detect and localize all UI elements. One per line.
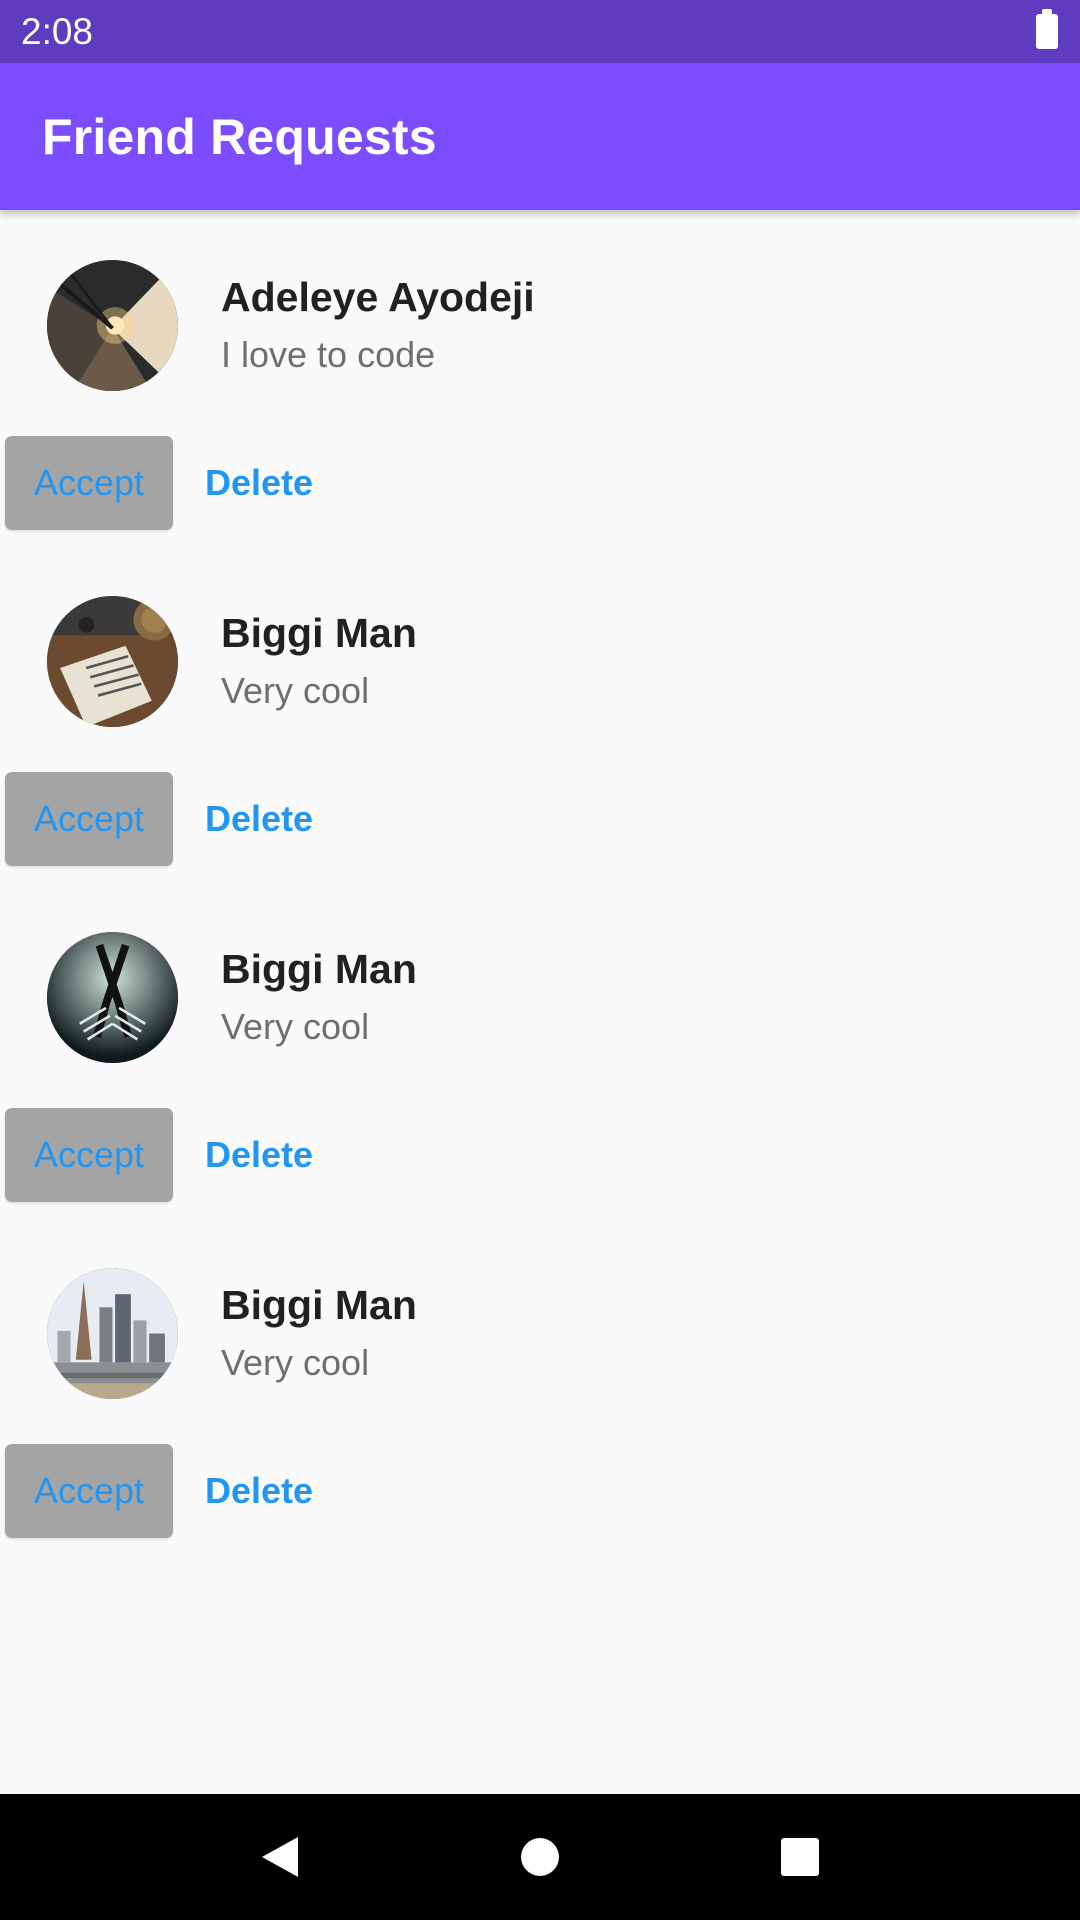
city-skyline-photo bbox=[47, 1268, 178, 1399]
accept-button[interactable]: Accept bbox=[5, 1108, 173, 1202]
page-title: Friend Requests bbox=[42, 108, 437, 165]
request-name: Biggi Man bbox=[221, 610, 417, 656]
navigation-bar bbox=[0, 1794, 1080, 1920]
friend-request-item: Adeleye Ayodeji I love to code Accept De… bbox=[0, 210, 1080, 546]
accept-button[interactable]: Accept bbox=[5, 436, 173, 530]
request-bio: Very cool bbox=[221, 1006, 370, 1047]
friend-request-item: Biggi Man Very cool Accept Delete bbox=[0, 546, 1080, 882]
avatar bbox=[47, 260, 178, 391]
friend-request-list: Adeleye Ayodeji I love to code Accept De… bbox=[0, 210, 1080, 1554]
delete-button[interactable]: Delete bbox=[205, 1444, 313, 1538]
request-bio: Very cool bbox=[221, 1342, 370, 1383]
avatar bbox=[47, 596, 178, 727]
delete-button[interactable]: Delete bbox=[205, 436, 313, 530]
request-bio: Very cool bbox=[221, 670, 370, 711]
avatar bbox=[47, 932, 178, 1063]
accept-button[interactable]: Accept bbox=[5, 772, 173, 866]
friend-request-item: Biggi Man Very cool Accept Delete bbox=[0, 882, 1080, 1218]
request-name: Biggi Man bbox=[221, 946, 417, 992]
app-bar: Friend Requests bbox=[0, 63, 1080, 210]
delete-button[interactable]: Delete bbox=[205, 772, 313, 866]
avatar bbox=[47, 1268, 178, 1399]
back-icon[interactable] bbox=[240, 1817, 320, 1897]
delete-button[interactable]: Delete bbox=[205, 1108, 313, 1202]
recents-icon[interactable] bbox=[760, 1817, 840, 1897]
friend-request-item: Biggi Man Very cool Accept Delete bbox=[0, 1218, 1080, 1554]
request-name: Biggi Man bbox=[221, 1282, 417, 1328]
forks-photo bbox=[47, 932, 178, 1063]
home-icon[interactable] bbox=[500, 1817, 580, 1897]
accept-button[interactable]: Accept bbox=[5, 1444, 173, 1538]
status-bar: 2:08 bbox=[0, 0, 1080, 63]
status-time: 2:08 bbox=[21, 10, 94, 52]
battery-icon bbox=[1036, 9, 1058, 49]
request-bio: I love to code bbox=[221, 334, 436, 375]
railway-bridge-photo bbox=[47, 260, 178, 391]
request-name: Adeleye Ayodeji bbox=[221, 274, 535, 320]
desk-book-photo bbox=[47, 596, 178, 727]
